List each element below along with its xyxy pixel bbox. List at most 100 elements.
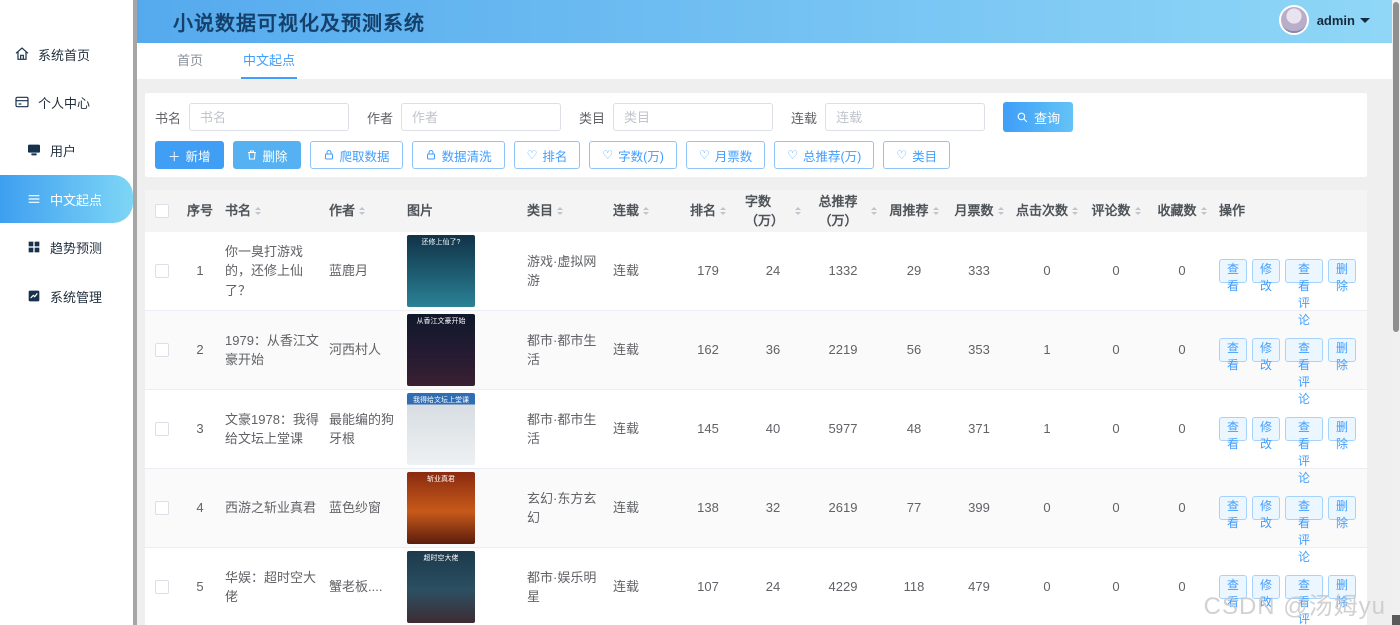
delete-row-button[interactable]: 删除 bbox=[1327, 259, 1356, 293]
heart-icon: ♡ bbox=[602, 148, 614, 162]
col-index: 序号 bbox=[186, 203, 213, 219]
main-area: 小说数据可视化及预测系统 admin 首页 中文起点 书名 作者 类目 连载 bbox=[137, 0, 1400, 625]
view-button[interactable]: 查看 bbox=[1219, 259, 1248, 293]
crawl-data-button[interactable]: 爬取数据 bbox=[309, 141, 403, 169]
view-comments-button[interactable]: 查看评论 bbox=[1285, 496, 1323, 564]
sort-icon[interactable] bbox=[557, 204, 564, 218]
edit-button[interactable]: 修改 bbox=[1252, 496, 1281, 530]
tab-home[interactable]: 首页 bbox=[175, 50, 205, 79]
book-cover: 从香江文豪开始 bbox=[407, 314, 475, 386]
view-button[interactable]: 查看 bbox=[1219, 417, 1248, 451]
col-clicks: 点击次数 bbox=[1015, 203, 1068, 219]
page-title: 小说数据可视化及预测系统 bbox=[173, 13, 425, 35]
total-rec-chart-button[interactable]: ♡ 总推荐(万) bbox=[774, 141, 875, 169]
table-row: 3 文豪1978：我得给文坛上堂课 最能编的狗牙根 我得给文坛上堂课 都市·都市… bbox=[145, 390, 1367, 485]
edit-button[interactable]: 修改 bbox=[1252, 259, 1281, 293]
row-checkbox[interactable] bbox=[155, 264, 169, 278]
sidebar-item-label: 系统管理 bbox=[50, 289, 103, 305]
chevron-down-icon bbox=[1360, 17, 1370, 28]
sidebar-item-qidian[interactable]: 中文起点 bbox=[0, 175, 133, 223]
view-comments-button[interactable]: 查看评论 bbox=[1285, 259, 1323, 327]
row-checkbox[interactable] bbox=[155, 343, 169, 357]
data-table: 序号 书名 作者 图片 类目 连载 排名 字数（万） 总推荐（万） 周推荐 月票… bbox=[145, 190, 1367, 625]
delete-row-button[interactable]: 删除 bbox=[1327, 496, 1356, 530]
user-menu[interactable]: admin bbox=[1278, 5, 1370, 35]
category-chart-button[interactable]: ♡ 类目 bbox=[883, 141, 951, 169]
view-comments-button[interactable]: 查看评论 bbox=[1285, 338, 1323, 406]
sidebar-item-home[interactable]: 系统首页 bbox=[0, 34, 133, 74]
tab-qidian[interactable]: 中文起点 bbox=[241, 50, 298, 79]
rank-chart-button[interactable]: ♡ 排名 bbox=[513, 141, 581, 169]
col-week-rec: 周推荐 bbox=[889, 203, 929, 219]
add-button[interactable]: ＋ 新增 bbox=[155, 141, 224, 169]
username-label: admin bbox=[1316, 12, 1355, 28]
col-author: 作者 bbox=[329, 203, 356, 219]
sidebar-item-label: 系统首页 bbox=[38, 47, 91, 63]
scrollbar-thumb[interactable] bbox=[1393, 2, 1399, 332]
col-cover: 图片 bbox=[407, 203, 434, 219]
lock-icon bbox=[323, 149, 335, 161]
sort-icon[interactable] bbox=[643, 204, 650, 218]
sort-icon[interactable] bbox=[795, 204, 801, 218]
app-header: 小说数据可视化及预测系统 admin bbox=[137, 0, 1400, 43]
sidebar-item-trend[interactable]: 趋势预测 bbox=[0, 227, 133, 267]
monthly-tickets-chart-button[interactable]: ♡ 月票数 bbox=[685, 141, 766, 169]
select-all-checkbox[interactable] bbox=[155, 204, 169, 218]
category-filter-input[interactable] bbox=[613, 103, 774, 131]
monitor-icon bbox=[26, 142, 42, 158]
delete-button[interactable]: 删除 bbox=[232, 141, 301, 169]
book-cover: 斩业真君 bbox=[407, 472, 475, 544]
delete-row-button[interactable]: 删除 bbox=[1327, 417, 1356, 451]
col-words: 字数（万） bbox=[745, 193, 785, 229]
sort-icon[interactable] bbox=[1200, 204, 1207, 218]
author-filter-input[interactable] bbox=[401, 103, 562, 131]
sort-icon[interactable] bbox=[255, 204, 262, 218]
filter-label-author: 作者 bbox=[367, 110, 394, 126]
menu-list-icon bbox=[26, 191, 42, 207]
id-card-icon bbox=[14, 94, 30, 110]
scrollbar-track[interactable] bbox=[1392, 0, 1400, 625]
sort-icon[interactable] bbox=[720, 204, 726, 218]
sidebar-item-profile[interactable]: 个人中心 bbox=[0, 82, 133, 122]
content-area: 书名 作者 类目 连载 查询 ＋ 新增 bbox=[137, 79, 1400, 625]
title-filter-input[interactable] bbox=[189, 103, 350, 131]
table-row: 1 你一臭打游戏的，还修上仙了？ 蓝鹿月 还修上仙了? 游戏·虚拟网游 连载 1… bbox=[145, 232, 1367, 327]
search-button[interactable]: 查询 bbox=[1003, 102, 1074, 132]
book-cover: 我得给文坛上堂课 bbox=[407, 393, 475, 465]
col-month-tickets: 月票数 bbox=[954, 203, 994, 219]
filter-label-category: 类目 bbox=[579, 110, 606, 126]
sort-icon[interactable] bbox=[1134, 204, 1141, 218]
view-button[interactable]: 查看 bbox=[1219, 338, 1248, 372]
sidebar-item-users[interactable]: 用户 bbox=[0, 130, 133, 170]
row-checkbox[interactable] bbox=[155, 501, 169, 515]
col-rank: 排名 bbox=[689, 203, 716, 219]
col-category: 类目 bbox=[527, 203, 554, 219]
sort-icon[interactable] bbox=[359, 204, 366, 218]
sort-icon[interactable] bbox=[1072, 204, 1078, 218]
row-checkbox[interactable] bbox=[155, 422, 169, 436]
chart-box-icon bbox=[26, 288, 42, 304]
clean-data-button[interactable]: 数据清洗 bbox=[411, 141, 505, 169]
words-chart-button[interactable]: ♡ 字数(万) bbox=[589, 141, 677, 169]
sidebar-item-label: 用户 bbox=[50, 143, 77, 159]
sort-icon[interactable] bbox=[932, 204, 939, 218]
status-filter-input[interactable] bbox=[825, 103, 986, 131]
sidebar-item-label: 中文起点 bbox=[50, 192, 103, 208]
view-comments-button[interactable]: 查看评论 bbox=[1285, 417, 1323, 485]
search-icon bbox=[1017, 112, 1028, 122]
scrollbar-corner bbox=[1392, 615, 1400, 625]
home-icon bbox=[14, 46, 30, 62]
heart-icon: ♡ bbox=[698, 148, 710, 162]
view-button[interactable]: 查看 bbox=[1219, 496, 1248, 530]
sidebar-item-system[interactable]: 系统管理 bbox=[0, 276, 133, 316]
sort-icon[interactable] bbox=[871, 204, 877, 218]
trash-icon bbox=[246, 149, 258, 161]
edit-button[interactable]: 修改 bbox=[1252, 417, 1281, 451]
plus-icon: ＋ bbox=[168, 149, 181, 164]
row-checkbox[interactable] bbox=[155, 580, 169, 594]
lock-icon bbox=[425, 149, 437, 161]
sort-icon[interactable] bbox=[997, 204, 1004, 218]
delete-row-button[interactable]: 删除 bbox=[1327, 338, 1356, 372]
avatar[interactable] bbox=[1278, 5, 1309, 35]
edit-button[interactable]: 修改 bbox=[1252, 338, 1281, 372]
